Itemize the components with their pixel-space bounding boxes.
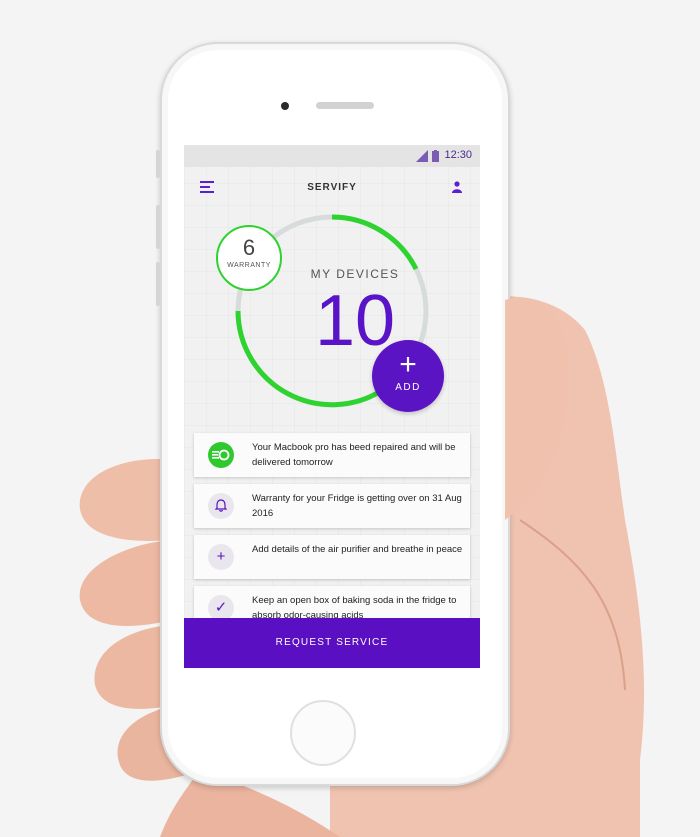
notification-text: Add details of the air purifier and brea… (252, 544, 463, 555)
notification-card[interactable]: + Add details of the air purifier and br… (194, 535, 470, 579)
app-bar: SERVIFY (184, 167, 480, 207)
status-bar: 12:30 (184, 145, 480, 167)
repair-icon (208, 442, 234, 468)
warranty-badge[interactable]: 6 WARRANTY (216, 225, 282, 291)
notification-text: Warranty for your Fridge is getting over… (252, 493, 462, 519)
phone-side-button (156, 150, 160, 178)
phone-side-button (156, 205, 160, 249)
notification-card[interactable]: Warranty for your Fridge is getting over… (194, 484, 470, 528)
plus-icon: + (208, 544, 234, 570)
warranty-count: 6 (242, 235, 256, 260)
devices-label: MY DEVICES (310, 267, 400, 281)
home-button[interactable] (290, 700, 356, 766)
notification-text: Your Macbook pro has beed repaired and w… (252, 442, 456, 468)
devices-ring-progress (331, 214, 419, 271)
app-screen: 12:30 SERVIFY 6 WARRANTY MY DEVICES 10 +… (184, 145, 480, 668)
add-device-button[interactable]: + ADD (372, 340, 444, 412)
devices-count: 10 (314, 281, 396, 361)
earpiece-speaker (316, 102, 374, 109)
add-label: ADD (395, 382, 421, 393)
signal-icon (416, 150, 428, 162)
app-title: SERVIFY (307, 182, 357, 193)
phone-side-button (156, 262, 160, 306)
bell-icon (208, 493, 234, 519)
request-service-button[interactable]: REQUEST SERVICE (184, 618, 480, 668)
front-camera (281, 102, 289, 110)
notification-card[interactable]: Your Macbook pro has beed repaired and w… (194, 433, 470, 477)
status-time: 12:30 (444, 149, 472, 161)
battery-icon (432, 150, 439, 162)
plus-icon: + (399, 348, 417, 381)
user-icon[interactable] (452, 181, 462, 193)
